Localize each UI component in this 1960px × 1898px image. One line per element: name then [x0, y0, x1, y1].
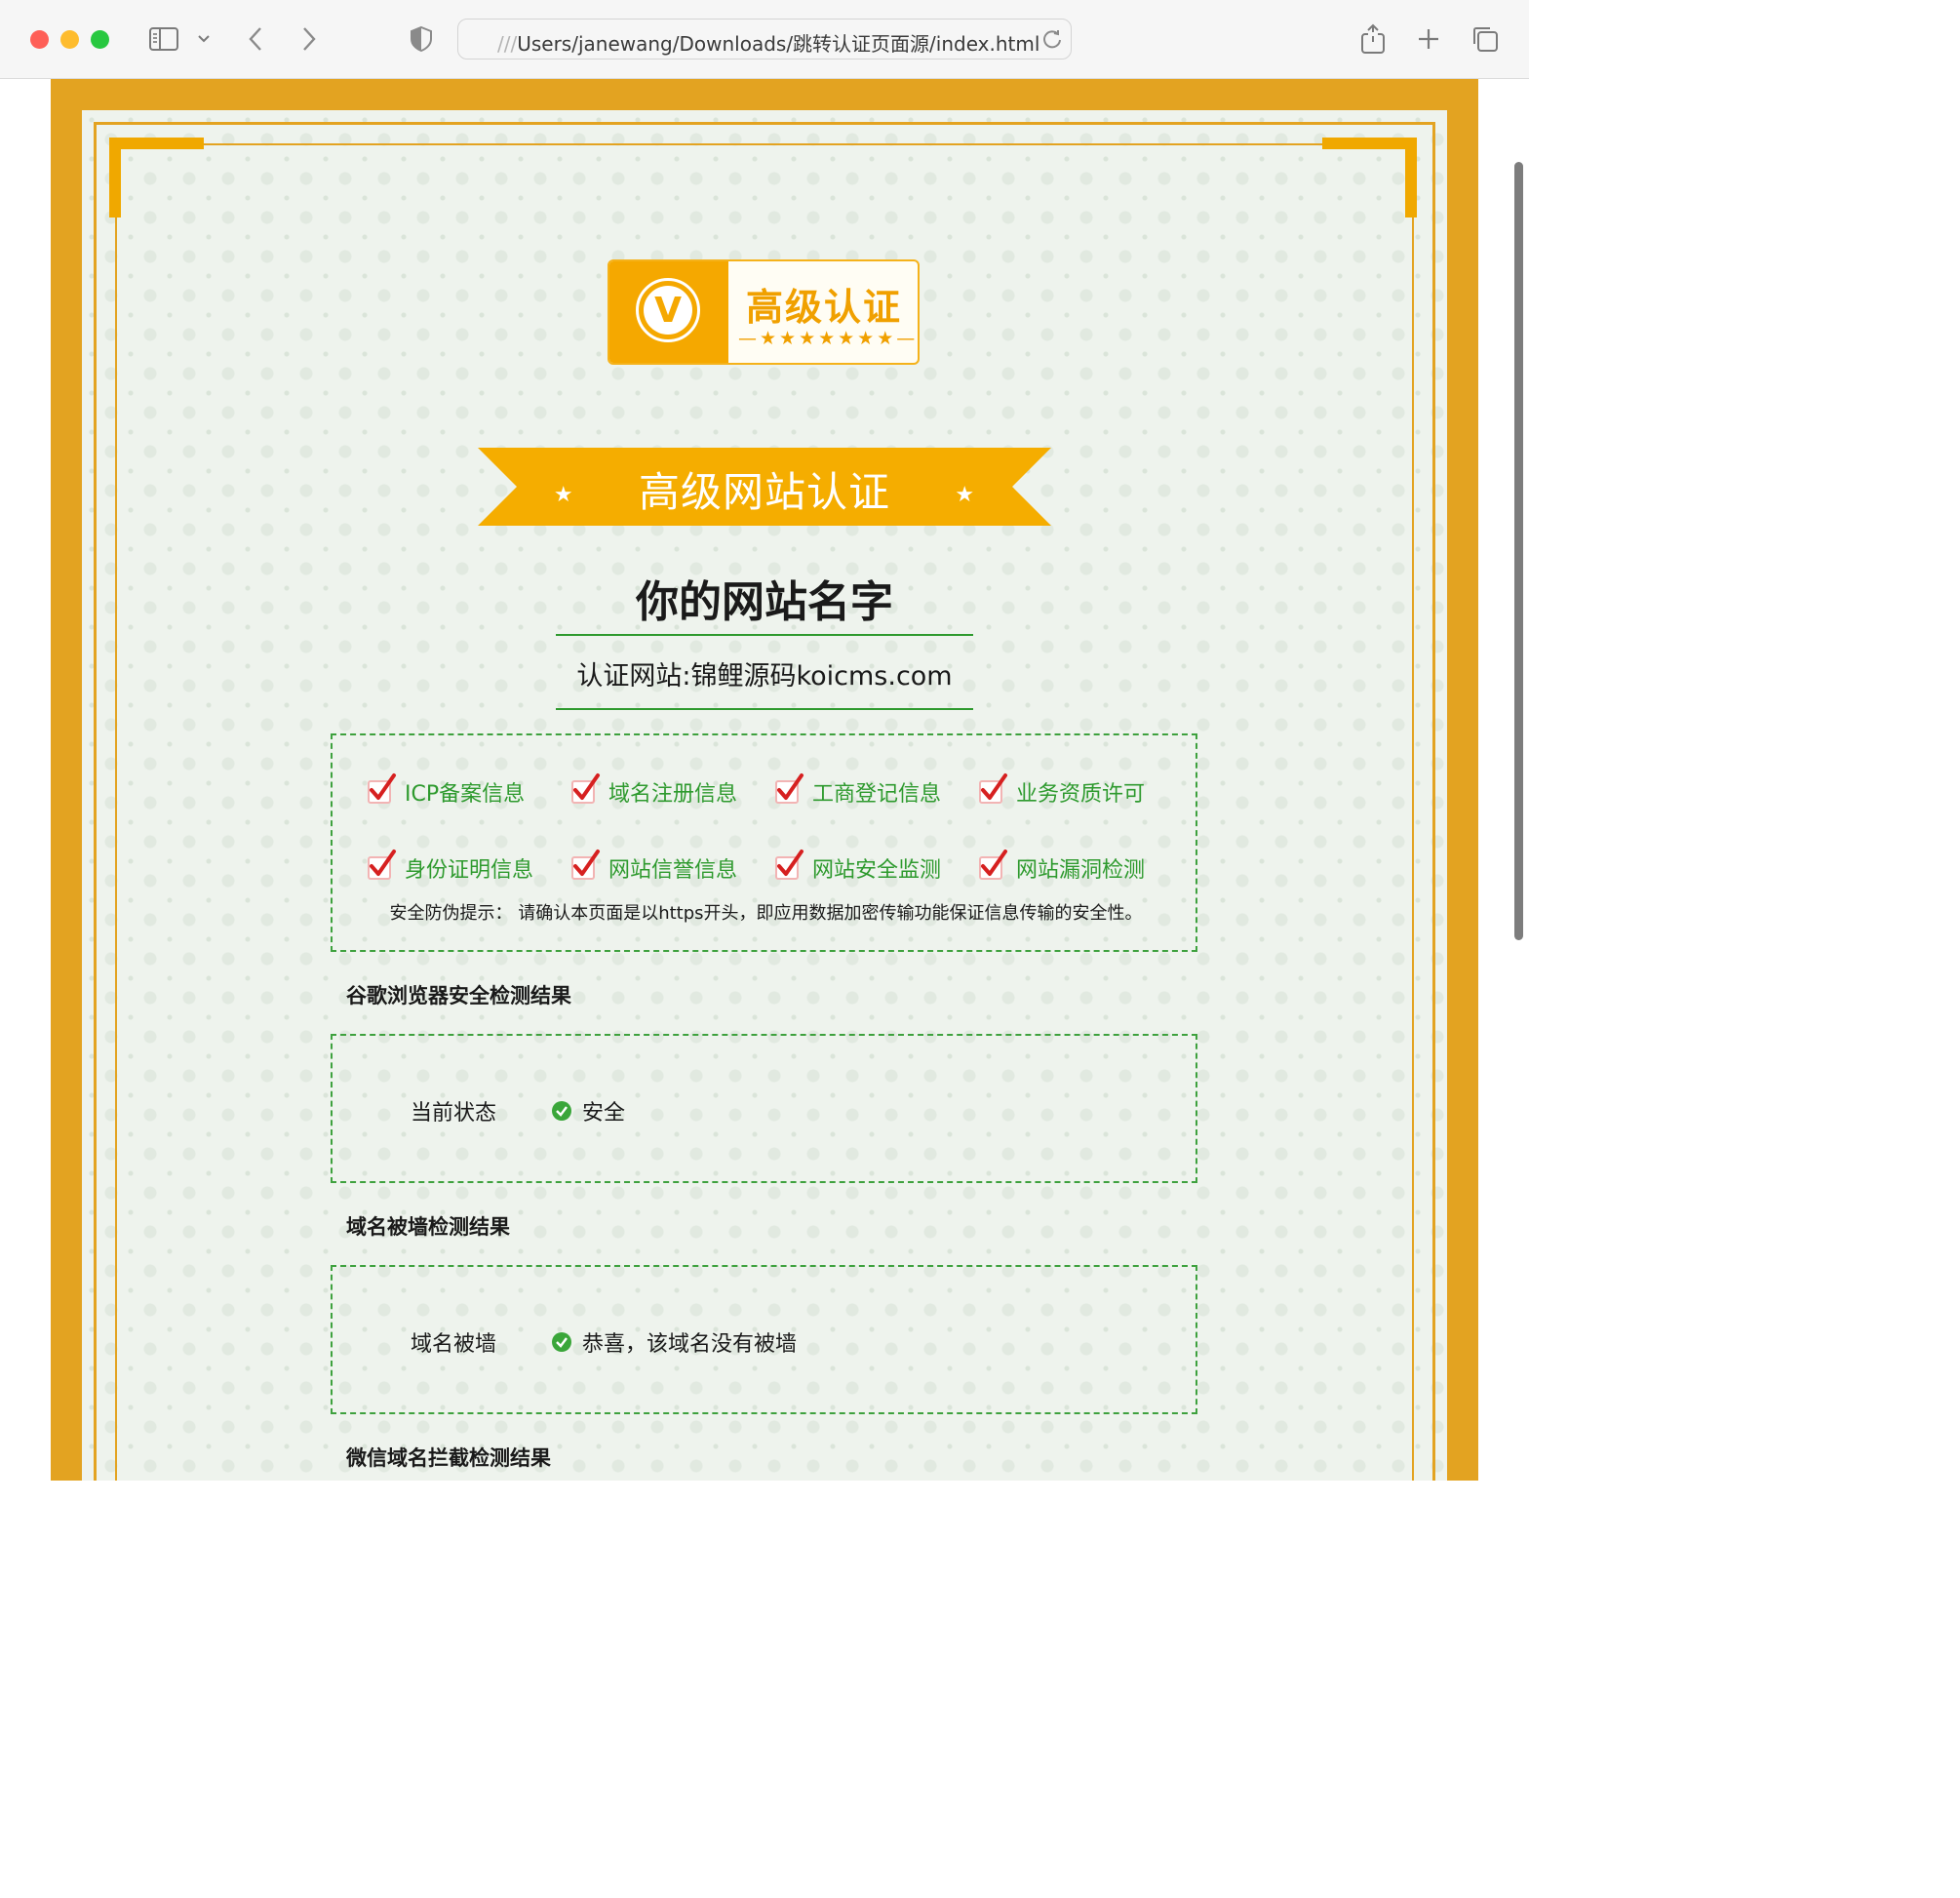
corner-top-right-v	[1405, 138, 1417, 217]
zoom-window-button[interactable]	[91, 30, 109, 49]
google-check-title: 谷歌浏览器安全检测结果	[346, 984, 571, 1008]
advanced-cert-logo: V 高级认证 —★★★★★★★—	[608, 259, 920, 365]
page-viewport: V 高级认证 —★★★★★★★— ★ 高级网站认证 ★ 你的网站名字 认证网站:…	[0, 79, 1529, 1481]
privacy-shield-icon[interactable]	[408, 21, 435, 57]
check-item: 身份证明信息	[368, 850, 534, 884]
checkmark-icon	[571, 850, 600, 880]
v-badge-icon: V	[636, 278, 700, 342]
forward-icon[interactable]	[297, 21, 321, 57]
corner-top-left-h	[109, 138, 204, 149]
block-check-box: 域名被墙 恭喜，该域名没有被墙	[331, 1265, 1197, 1414]
status-label: 当前状态	[411, 1101, 497, 1126]
site-name: 你的网站名字	[636, 577, 893, 627]
check-item: 网站安全监测	[775, 850, 942, 884]
check-item: 业务资质许可	[979, 773, 1146, 808]
status-value: 安全	[552, 1095, 625, 1127]
close-window-button[interactable]	[30, 30, 49, 49]
address-bar-url[interactable]: ///Users/janewang/Downloads/跳转认证页面源/inde…	[497, 28, 1039, 57]
tab-overview-icon[interactable]	[1469, 21, 1502, 57]
sidebar-toggle-icon[interactable]	[146, 21, 181, 57]
corner-top-right-h	[1322, 138, 1417, 149]
browser-toolbar: ///Users/janewang/Downloads/跳转认证页面源/inde…	[0, 0, 1529, 79]
check-item-label: 业务资质许可	[1016, 782, 1146, 807]
checkmark-icon	[979, 773, 1007, 804]
verification-checklist: ICP备案信息 域名注册信息 工商登记信息 业务资质许可身份证明信息 网站信誉信息 网站安…	[331, 733, 1197, 952]
check-item-label: 身份证明信息	[405, 858, 534, 883]
checkmark-icon	[775, 850, 804, 880]
chevron-down-icon[interactable]	[195, 21, 213, 57]
minimize-window-button[interactable]	[60, 30, 79, 49]
check-item-label: 工商登记信息	[812, 782, 942, 807]
checkmark-icon	[571, 773, 600, 804]
check-item-label: ICP备案信息	[405, 782, 526, 807]
security-notice: 安全防伪提示： 请确认本页面是以https开头，即应用数据加密传输功能保证信息传…	[389, 903, 1143, 924]
checkmark-icon	[368, 850, 396, 880]
check-item: 网站漏洞检测	[979, 850, 1146, 884]
new-tab-icon[interactable]	[1414, 21, 1443, 57]
check-circle-icon	[552, 1332, 571, 1352]
star-icon: ★	[955, 483, 976, 507]
star-icon: ★	[553, 483, 574, 507]
check-item: ICP备案信息	[368, 773, 526, 808]
check-item: 工商登记信息	[775, 773, 942, 808]
scrollbar[interactable]	[1514, 162, 1523, 940]
share-icon[interactable]	[1357, 21, 1389, 57]
check-item: 网站信誉信息	[571, 850, 738, 884]
back-icon[interactable]	[244, 21, 267, 57]
divider	[556, 708, 973, 710]
check-item-label: 网站漏洞检测	[1016, 858, 1146, 883]
logo-title: 高级认证	[746, 286, 903, 329]
wechat-check-title: 微信域名拦截检测结果	[346, 1446, 551, 1470]
divider	[556, 634, 973, 636]
check-item: 域名注册信息	[571, 773, 738, 808]
address-bar[interactable]: ///Users/janewang/Downloads/跳转认证页面源/inde…	[457, 19, 1072, 59]
certified-site-url: 认证网站:锦鲤源码koicms.com	[576, 661, 953, 692]
check-item-label: 域名注册信息	[608, 782, 738, 807]
certificate: V 高级认证 —★★★★★★★— ★ 高级网站认证 ★ 你的网站名字 认证网站:…	[51, 79, 1478, 1481]
google-check-box: 当前状态 安全	[331, 1034, 1197, 1183]
checkmark-icon	[979, 850, 1007, 880]
block-value: 恭喜，该域名没有被墙	[552, 1326, 797, 1358]
checkmark-icon	[775, 773, 804, 804]
check-item-label: 网站信誉信息	[608, 858, 738, 883]
logo-badge-left: V	[609, 261, 728, 363]
block-label: 域名被墙	[411, 1332, 497, 1357]
check-item-label: 网站安全监测	[812, 858, 942, 883]
ribbon-title-row: ★ 高级网站认证 ★	[478, 459, 1051, 519]
checkmark-icon	[368, 773, 396, 804]
ribbon-title: 高级网站认证	[638, 468, 890, 516]
block-check-title: 域名被墙检测结果	[346, 1215, 510, 1239]
corner-top-left-v	[109, 138, 121, 217]
check-circle-icon	[552, 1101, 571, 1121]
reload-icon[interactable]	[1039, 25, 1065, 53]
logo-stars: —★★★★★★★—	[738, 328, 919, 349]
